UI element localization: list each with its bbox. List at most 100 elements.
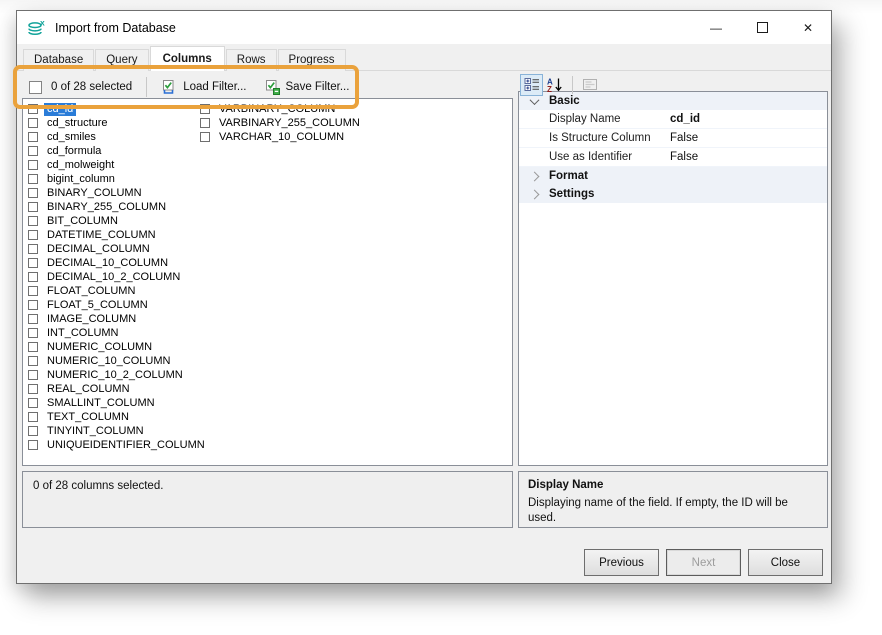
item-label: IMAGE_COLUMN: [44, 313, 139, 326]
item-checkbox[interactable]: [28, 342, 38, 352]
item-checkbox[interactable]: [28, 370, 38, 380]
tab-database[interactable]: Database: [23, 49, 94, 71]
item-checkbox[interactable]: [28, 244, 38, 254]
item-checkbox[interactable]: [28, 146, 38, 156]
item-checkbox[interactable]: [28, 398, 38, 408]
column-list-item[interactable]: cd_structure: [28, 116, 208, 130]
item-checkbox[interactable]: [28, 440, 38, 450]
item-label: VARBINARY_255_COLUMN: [216, 117, 363, 130]
sort-alphabetical-button[interactable]: A Z: [543, 74, 566, 96]
column-list-item[interactable]: cd_id: [28, 102, 208, 116]
toolbar-separator: [146, 77, 147, 97]
tab-columns[interactable]: Columns: [150, 46, 225, 71]
item-checkbox[interactable]: [28, 118, 38, 128]
item-checkbox[interactable]: [28, 356, 38, 366]
property-value[interactable]: False: [670, 132, 698, 144]
column-list-item[interactable]: bigint_column: [28, 172, 208, 186]
column-list-item[interactable]: REAL_COLUMN: [28, 382, 208, 396]
previous-button[interactable]: Previous: [584, 549, 659, 576]
chevron-right-icon[interactable]: [529, 189, 539, 199]
item-checkbox[interactable]: [200, 132, 210, 142]
column-list-item[interactable]: NUMERIC_10_2_COLUMN: [28, 368, 208, 382]
item-checkbox[interactable]: [28, 272, 38, 282]
item-checkbox[interactable]: [28, 286, 38, 296]
category-label: Settings: [549, 188, 594, 200]
tab-rows[interactable]: Rows: [226, 49, 277, 71]
property-value[interactable]: False: [670, 151, 698, 163]
column-list-item[interactable]: FLOAT_5_COLUMN: [28, 298, 208, 312]
column-list-item[interactable]: TEXT_COLUMN: [28, 410, 208, 424]
property-category-format[interactable]: Format: [519, 167, 827, 185]
column-list-item[interactable]: UNIQUEIDENTIFIER_COLUMN: [28, 438, 208, 452]
maximize-button[interactable]: [739, 11, 785, 44]
column-list-item[interactable]: IMAGE_COLUMN: [28, 312, 208, 326]
column-list-item[interactable]: BINARY_COLUMN: [28, 186, 208, 200]
column-list-item[interactable]: NUMERIC_COLUMN: [28, 340, 208, 354]
item-checkbox[interactable]: [28, 216, 38, 226]
close-dialog-button[interactable]: Close: [748, 549, 823, 576]
column-list-item[interactable]: cd_molweight: [28, 158, 208, 172]
property-grid-toolbar: A Z: [520, 72, 601, 97]
load-filter-button[interactable]: Load Filter...: [157, 76, 251, 98]
column-list-item[interactable]: cd_smiles: [28, 130, 208, 144]
column-list-item[interactable]: VARBINARY_255_COLUMN: [200, 116, 363, 130]
close-button[interactable]: ✕: [785, 11, 831, 44]
item-checkbox[interactable]: [28, 104, 38, 114]
item-checkbox[interactable]: [28, 258, 38, 268]
minimize-button[interactable]: —: [693, 11, 739, 44]
column-list-item[interactable]: DECIMAL_10_COLUMN: [28, 256, 208, 270]
column-list-item[interactable]: INT_COLUMN: [28, 326, 208, 340]
select-all-checkbox[interactable]: [29, 81, 42, 94]
property-category-settings[interactable]: Settings: [519, 185, 827, 203]
item-checkbox[interactable]: [200, 118, 210, 128]
item-checkbox[interactable]: [200, 104, 210, 114]
column-list-item[interactable]: VARBINARY_COLUMN: [200, 102, 363, 116]
property-row[interactable]: Is Structure ColumnFalse: [519, 129, 827, 148]
chevron-right-icon[interactable]: [529, 171, 539, 181]
save-filter-label: Save Filter...: [286, 81, 350, 93]
property-row[interactable]: Use as IdentifierFalse: [519, 148, 827, 167]
categorized-view-button[interactable]: [520, 74, 543, 96]
item-checkbox[interactable]: [28, 160, 38, 170]
column-list-item[interactable]: NUMERIC_10_COLUMN: [28, 354, 208, 368]
item-checkbox[interactable]: [28, 328, 38, 338]
property-grid[interactable]: BasicDisplay Namecd_idIs Structure Colum…: [518, 91, 828, 466]
app-icon: x: [27, 19, 47, 37]
column-list-item[interactable]: cd_formula: [28, 144, 208, 158]
column-list-item[interactable]: DECIMAL_COLUMN: [28, 242, 208, 256]
property-pages-button: [578, 74, 601, 96]
item-checkbox[interactable]: [28, 132, 38, 142]
column-list-item[interactable]: SMALLINT_COLUMN: [28, 396, 208, 410]
maximize-icon: [757, 22, 768, 33]
columns-list-panel[interactable]: cd_idcd_structurecd_smilescd_formulacd_m…: [22, 98, 513, 466]
property-row[interactable]: Display Namecd_id: [519, 110, 827, 129]
item-label: BIT_COLUMN: [44, 215, 121, 228]
item-checkbox[interactable]: [28, 426, 38, 436]
column-list-item[interactable]: DECIMAL_10_2_COLUMN: [28, 270, 208, 284]
item-checkbox[interactable]: [28, 384, 38, 394]
column-list-item[interactable]: BINARY_255_COLUMN: [28, 200, 208, 214]
item-label: DECIMAL_10_2_COLUMN: [44, 271, 183, 284]
column-list-item[interactable]: FLOAT_COLUMN: [28, 284, 208, 298]
sort-az-icon: A Z: [546, 77, 563, 93]
status-panel: 0 of 28 columns selected.: [22, 471, 513, 528]
item-checkbox[interactable]: [28, 188, 38, 198]
save-filter-button[interactable]: Save Filter...: [260, 76, 355, 98]
item-checkbox[interactable]: [28, 314, 38, 324]
column-list-item[interactable]: BIT_COLUMN: [28, 214, 208, 228]
item-checkbox[interactable]: [28, 202, 38, 212]
column-list-item[interactable]: DATETIME_COLUMN: [28, 228, 208, 242]
load-filter-label: Load Filter...: [183, 81, 246, 93]
item-checkbox[interactable]: [28, 300, 38, 310]
tab-query[interactable]: Query: [95, 49, 148, 71]
property-value[interactable]: cd_id: [670, 113, 700, 125]
columns-toolbar: 0 of 28 selected Load Filter...: [29, 74, 354, 100]
next-button[interactable]: Next: [666, 549, 741, 576]
column-list-item[interactable]: VARCHAR_10_COLUMN: [200, 130, 363, 144]
item-checkbox[interactable]: [28, 174, 38, 184]
tab-progress[interactable]: Progress: [278, 49, 346, 71]
column-list-item[interactable]: TINYINT_COLUMN: [28, 424, 208, 438]
item-checkbox[interactable]: [28, 230, 38, 240]
title-bar: x Import from Database — ✕: [17, 11, 831, 44]
item-checkbox[interactable]: [28, 412, 38, 422]
